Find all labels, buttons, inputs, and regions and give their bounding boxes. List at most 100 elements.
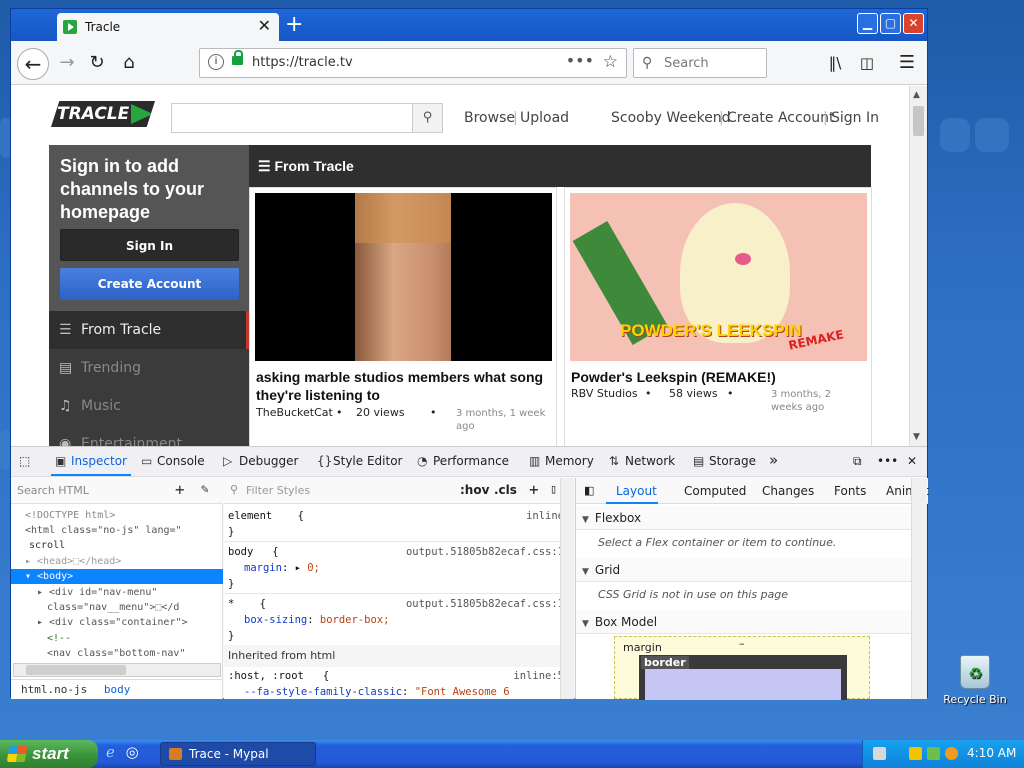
bookmark-star-icon[interactable]: ☆ <box>603 52 618 72</box>
tab-network[interactable]: ⇅ Network <box>609 454 675 468</box>
video-card[interactable]: POWDER'S LEEKSPIN REMAKE Powder's Leeksp… <box>564 187 872 446</box>
tab-close-button[interactable]: ✕ <box>258 16 271 35</box>
cls-toggle[interactable]: .cls <box>494 483 517 497</box>
sidebar-item-from-tracle[interactable]: ☰ From Tracle <box>49 311 249 349</box>
pick-element-icon[interactable]: ⬚ <box>19 454 30 468</box>
sidebar-item-trending[interactable]: ▤ Trending <box>49 349 249 387</box>
clock[interactable]: 4:10 AM <box>967 746 1016 760</box>
add-node-icon[interactable]: + <box>175 480 185 499</box>
site-search-button[interactable]: ⚲ <box>412 104 442 132</box>
taskbar-item-trace[interactable]: Trace - Mypal <box>160 742 316 766</box>
maximize-button[interactable]: ▢ <box>880 13 901 34</box>
markup-line[interactable]: ▸ <head>⬚</head> <box>11 554 223 569</box>
scroll-badge[interactable]: scroll <box>11 538 223 553</box>
browser-search-box[interactable]: ⚲ Search <box>633 48 767 78</box>
eyedropper-icon[interactable]: ✎ <box>201 482 209 497</box>
page-scrollbar[interactable]: ▲ ▼ <box>909 86 927 446</box>
sign-in-link[interactable]: Sign In <box>831 110 879 126</box>
filter-styles-input[interactable]: Filter Styles <box>246 484 310 497</box>
tab-layout[interactable]: Layout <box>616 484 657 498</box>
tab-changes[interactable]: Changes <box>762 484 814 498</box>
tab-storage[interactable]: ▤ Storage <box>693 454 756 468</box>
margin-value[interactable]: – <box>739 637 745 650</box>
devtools-menu-button[interactable]: ••• <box>877 454 898 468</box>
sidebar-sign-in-button[interactable]: Sign In <box>60 229 239 261</box>
scroll-up-icon[interactable]: ▲ <box>913 90 920 100</box>
info-icon[interactable]: i <box>208 54 224 70</box>
sidebar-item-music[interactable]: ♫ Music <box>49 387 249 425</box>
markup-line-selected[interactable]: ▾ <body> <box>11 569 223 584</box>
breadcrumb-item[interactable]: html.no-js <box>21 683 87 696</box>
reload-button[interactable]: ↻ <box>83 50 111 78</box>
hov-toggle[interactable]: :hov <box>460 483 489 497</box>
new-tab-button[interactable]: + <box>285 12 303 37</box>
grid-section[interactable]: ▼ Grid <box>576 558 912 582</box>
tab-performance[interactable]: ◔ Performance <box>417 454 509 468</box>
sidebar-toggle-button[interactable]: ◫ <box>853 50 881 78</box>
markup-line[interactable]: <!-- <box>11 631 223 646</box>
network-icon[interactable] <box>927 747 940 760</box>
markup-line[interactable]: <nav class="bottom-nav" <box>11 646 223 661</box>
markup-line[interactable]: ▸ <div class="container"> <box>11 615 223 630</box>
tab-fonts[interactable]: Fonts <box>834 484 866 498</box>
markup-line[interactable]: ▸ <div id="nav-menu" <box>11 585 223 600</box>
video-title[interactable]: Powder's Leekspin (REMAKE!) <box>571 368 861 386</box>
tab-debugger[interactable]: ▷ Debugger <box>223 454 298 468</box>
tracle-logo[interactable]: TRACLE <box>51 101 155 127</box>
more-tabs-button[interactable]: » <box>769 451 778 469</box>
video-title[interactable]: asking marble studios members what song … <box>256 368 546 404</box>
add-rule-icon[interactable]: + <box>529 480 539 499</box>
rule-source[interactable]: inline:5 <box>513 668 564 684</box>
rule-source[interactable]: output.51805b82ecaf.css:1 <box>406 544 564 560</box>
sidebar-toggle-icon[interactable]: ◧ <box>584 484 594 497</box>
shield-icon[interactable] <box>909 747 922 760</box>
minimize-button[interactable]: ▁ <box>857 13 878 34</box>
browse-link[interactable]: Browse <box>464 110 515 126</box>
dock-icon[interactable]: ⧉ <box>853 454 862 469</box>
print-media-icon[interactable]: ▯ <box>550 482 557 496</box>
back-button[interactable]: ← <box>17 48 49 80</box>
forward-button[interactable]: → <box>53 50 81 78</box>
rule-source[interactable]: output.51805b82ecaf.css:1 <box>406 596 564 612</box>
markup-line[interactable]: <!DOCTYPE html> <box>11 508 223 523</box>
upload-link[interactable]: Upload <box>520 110 569 126</box>
start-button[interactable]: start <box>0 740 98 768</box>
breadcrumb-item-current[interactable]: body <box>104 683 131 696</box>
url-bar[interactable]: i https://tracle.tv ••• ☆ <box>199 48 627 78</box>
create-account-link[interactable]: Create Account <box>727 110 835 126</box>
close-window-button[interactable]: ✕ <box>903 13 924 34</box>
devtools-close-button[interactable]: ✕ <box>907 454 917 468</box>
rule-source[interactable]: inline <box>526 508 564 524</box>
tab-style-editor[interactable]: {}Style Editor <box>317 454 402 468</box>
layout-scrollbar[interactable] <box>911 478 927 699</box>
markup-line[interactable]: <html class="no-js" lang=" <box>11 523 223 538</box>
video-card[interactable]: asking marble studios members what song … <box>249 187 557 446</box>
menu-button[interactable]: ☰ <box>893 50 921 78</box>
scroll-thumb[interactable] <box>913 106 924 136</box>
page-actions-icon[interactable]: ••• <box>566 51 594 70</box>
markup-line[interactable]: class="nav__menu">⬚</d <box>11 600 223 615</box>
markup-hscrollbar[interactable] <box>13 663 221 677</box>
video-thumbnail[interactable] <box>255 193 552 361</box>
tab-console[interactable]: ▭ Console <box>141 454 205 468</box>
video-thumbnail[interactable]: POWDER'S LEEKSPIN REMAKE <box>570 193 867 361</box>
video-author[interactable]: TheBucketCat <box>256 406 333 419</box>
search-tray-icon[interactable] <box>945 747 958 760</box>
browser-tab[interactable]: Tracle ✕ <box>57 13 279 41</box>
tab-memory[interactable]: ▥ Memory <box>529 454 594 468</box>
boxmodel-section[interactable]: ▼ Box Model <box>576 610 912 634</box>
scooby-weekend-link[interactable]: Scooby Weekend <box>611 110 731 126</box>
library-button[interactable]: ‖\ <box>821 50 849 78</box>
sidebar-create-account-button[interactable]: Create Account <box>60 268 239 300</box>
sidebar-item-entertainment[interactable]: ◉ Entertainment <box>49 425 249 446</box>
tab-computed[interactable]: Computed <box>684 484 746 498</box>
recycle-bin[interactable]: ♻ Recycle Bin <box>940 655 1010 706</box>
home-button[interactable]: ⌂ <box>115 50 143 78</box>
keyboard-icon[interactable] <box>873 747 886 760</box>
ie-icon[interactable]: ℯ <box>106 743 115 761</box>
rules-scrollbar[interactable] <box>560 478 574 699</box>
search-html-input[interactable]: Search HTML <box>17 484 89 497</box>
browser-quicklaunch-icon[interactable]: ◎ <box>126 743 139 761</box>
video-author[interactable]: RBV Studios <box>571 387 638 400</box>
flexbox-section[interactable]: ▼ Flexbox <box>576 506 912 530</box>
